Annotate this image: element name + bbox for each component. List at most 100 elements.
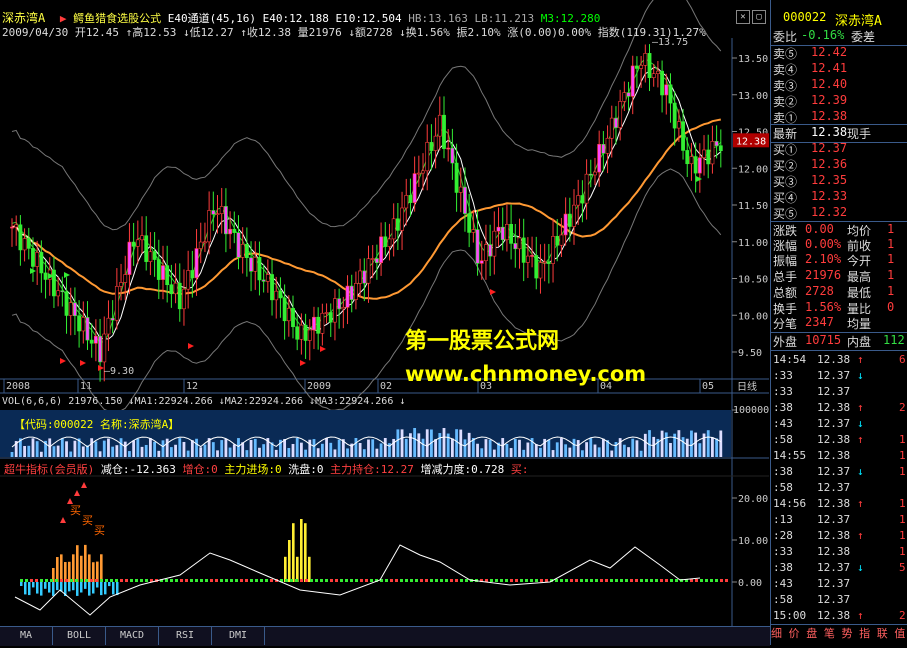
volume-bar	[329, 442, 333, 457]
indicator-cyan-bar	[28, 582, 31, 596]
volume-bar	[601, 438, 605, 457]
tick-row[interactable]: :58 12.37	[771, 481, 907, 497]
candle-body	[588, 173, 593, 176]
tick-row[interactable]: :38 12.37 ↓ 1	[771, 465, 907, 481]
tick-price: 12.37	[817, 561, 851, 574]
tick-row[interactable]: :33 12.38 1	[771, 545, 907, 561]
indicator-zero-mark	[75, 579, 78, 582]
volume-bar	[706, 430, 710, 457]
candle-body	[85, 317, 90, 341]
tick-row[interactable]: :33 12.37 ↓	[771, 369, 907, 385]
indicator-yellow-bar	[284, 556, 287, 582]
candle-body	[706, 149, 711, 165]
candle-body	[64, 291, 69, 316]
candle-body	[337, 298, 342, 310]
tick-row[interactable]: :38 12.37 ↓ 5	[771, 561, 907, 577]
volume-bar	[245, 450, 249, 457]
stat-value: 21976	[805, 268, 842, 283]
indicator-zero-mark	[270, 579, 273, 582]
indicator-cyan-bar	[24, 582, 27, 595]
tick-row[interactable]: :58 12.38 ↑ 1	[771, 433, 907, 449]
candle-body	[286, 307, 291, 322]
candle-body	[278, 290, 283, 299]
tick-row[interactable]: 14:54 12.38 ↑ 6	[771, 353, 907, 369]
candle-body	[39, 252, 44, 274]
indicator-title[interactable]: 超牛指标(会员版)	[4, 463, 94, 476]
tick-price: 12.37	[817, 481, 851, 494]
indicator-zero-mark	[710, 579, 713, 582]
tick-row[interactable]: 15:00 12.38 ↑ 2	[771, 609, 907, 625]
indicator-zero-mark	[595, 579, 598, 582]
candle-body	[18, 224, 23, 251]
volume-bar	[685, 438, 689, 457]
indicator-zero-mark	[570, 579, 573, 582]
indicator-zero-mark	[430, 579, 433, 582]
volume-bar	[136, 438, 140, 457]
tab-rsi[interactable]: RSI	[159, 627, 212, 645]
chart-area[interactable]: 13.50 13.00 12.50 12.00 11.50 11.00 10.50 10.00…	[0, 0, 770, 646]
tick-price: 12.37	[817, 513, 851, 526]
tab-ma[interactable]: MA	[0, 627, 53, 645]
sell-price: 12.41	[811, 61, 848, 75]
candle-body	[664, 84, 669, 96]
restore-icon[interactable]: ▢	[752, 10, 766, 24]
candle-body	[630, 65, 635, 97]
indicator-zero-mark	[325, 579, 328, 582]
sell-label: 卖②	[773, 95, 798, 109]
stat-label: 涨幅	[773, 238, 798, 253]
tick-volume: 2	[899, 401, 906, 414]
tick-row[interactable]: 14:56 12.38 ↑ 1	[771, 497, 907, 513]
stat-label: 振幅	[773, 254, 798, 269]
tick-row[interactable]: :33 12.37	[771, 385, 907, 401]
tick-row[interactable]: :28 12.38 ↑ 1	[771, 529, 907, 545]
buy-row: 买③ 12.35	[771, 173, 907, 190]
candle-body	[60, 290, 65, 293]
candle-body	[580, 195, 585, 204]
candlestick-chart[interactable]: 13.5013.0012.5012.0011.5011.0010.5010.00…	[0, 0, 770, 645]
tick-arrow: ↑	[857, 529, 864, 542]
volume-bar	[576, 440, 580, 457]
candle-body	[693, 156, 698, 174]
candle-body	[488, 244, 493, 257]
indicator-cyan-bar	[68, 582, 71, 592]
indicator-cyan-bar	[36, 582, 39, 594]
candle-body	[387, 238, 392, 247]
quote-bottom-menu[interactable]: 细 价 盘 笔 势 指 联 值 筹 资 讯	[771, 624, 907, 646]
indicator-zero-mark	[640, 579, 643, 582]
indicator-zero-mark	[180, 579, 183, 582]
volume-bar	[153, 441, 156, 457]
tick-row[interactable]: :38 12.38 ↑ 2	[771, 401, 907, 417]
tick-row[interactable]: :58 12.37	[771, 593, 907, 609]
stat-row: 涨幅 0.00% 前收 1	[771, 237, 907, 254]
indicator-zero-mark	[420, 579, 423, 582]
outer-label: 外盘	[773, 335, 798, 349]
close-icon[interactable]: ✕	[736, 10, 750, 24]
tick-time: :58	[773, 433, 793, 446]
indicator-zero-mark	[310, 579, 313, 582]
tick-row[interactable]: 14:55 12.38 1	[771, 449, 907, 465]
tick-price: 12.38	[817, 545, 851, 558]
candle-body	[513, 243, 518, 250]
indicator-zero-mark	[265, 579, 268, 582]
tab-boll[interactable]: BOLL	[53, 627, 106, 645]
tab-macd[interactable]: MACD	[106, 627, 159, 645]
candle-body	[98, 335, 102, 363]
latest-price: 12.38	[811, 125, 848, 139]
tick-row[interactable]: :13 12.37 1	[771, 513, 907, 529]
buy-label: 买④	[773, 191, 798, 205]
volume-bar	[581, 450, 584, 457]
tick-row[interactable]: :43 12.37 ↓	[771, 417, 907, 433]
tick-row[interactable]: :43 12.37	[771, 577, 907, 593]
candle-body	[207, 210, 212, 243]
candle-body	[559, 234, 564, 246]
candle-body	[605, 137, 610, 154]
volume-bar	[643, 433, 647, 457]
tick-price: 12.38	[817, 433, 851, 446]
buy-price: 12.35	[811, 173, 848, 187]
candle-body	[710, 141, 715, 165]
indicator-zero-mark	[495, 579, 498, 582]
volume-bar	[413, 428, 417, 457]
indicator-zero-mark	[705, 579, 708, 582]
tab-dmi[interactable]: DMI	[212, 627, 265, 645]
indicator-cyan-bar	[116, 582, 119, 596]
